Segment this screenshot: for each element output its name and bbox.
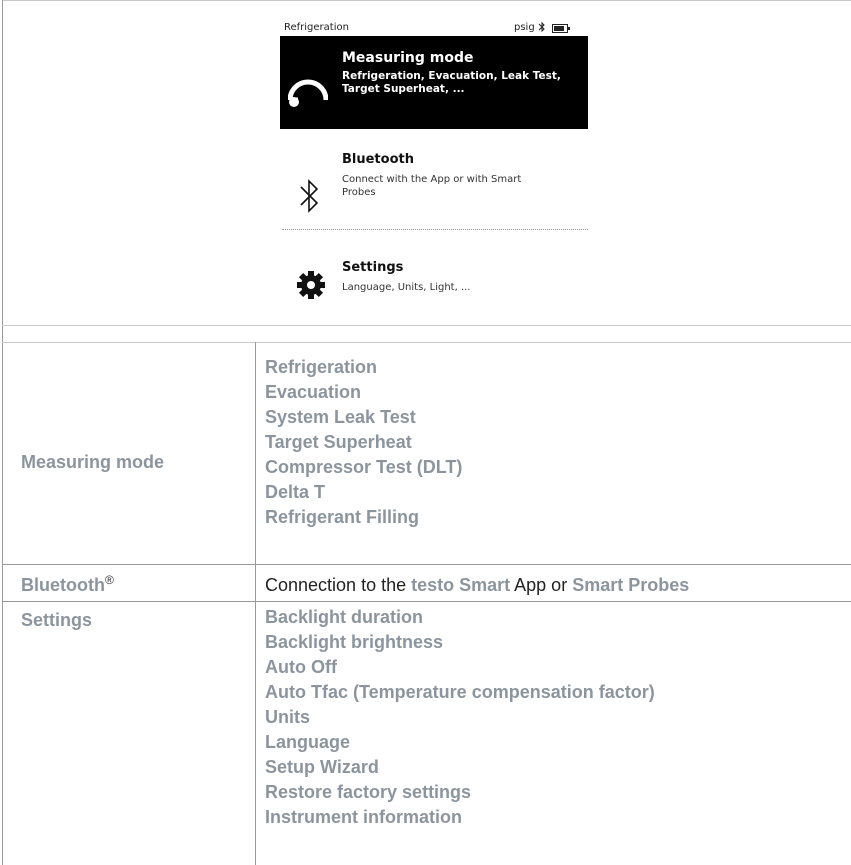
bluetooth-label-text: Bluetooth — [21, 575, 105, 595]
settings-item: Auto Off — [265, 657, 337, 677]
measuring-mode-item: Refrigeration — [265, 357, 378, 377]
menu-desc-settings: Language, Units, Light, ... — [342, 282, 471, 293]
bluetooth-icon — [538, 21, 546, 36]
row-divider-2 — [2, 601, 851, 602]
bt-link-testo-smart: testo Smart — [411, 575, 511, 595]
menu-item-bluetooth[interactable]: Bluetooth Connect with the App or with S… — [280, 136, 588, 236]
row-divider-1 — [2, 564, 851, 565]
settings-item: Auto Tfac (Temperature compensation fact… — [265, 682, 655, 702]
bt-link-smart-probes: Smart Probes — [572, 575, 690, 595]
menu-title-bluetooth: Bluetooth — [342, 152, 414, 167]
image-row-bottom-border — [2, 325, 851, 326]
measuring-mode-item: Delta T — [265, 482, 326, 502]
gauge-icon — [288, 79, 328, 107]
settings-item: Backlight brightness — [265, 632, 444, 652]
row-label-bluetooth: Bluetooth® — [21, 573, 114, 596]
table-header-border — [2, 342, 851, 343]
settings-list: Backlight duration Backlight brightness Au… — [265, 605, 655, 830]
device-screen: Refrigeration psig Measuring mode Refrig… — [280, 18, 590, 318]
settings-item: Instrument information — [265, 807, 462, 827]
status-bar: Refrigeration psig — [280, 18, 588, 36]
row-label-measuring-mode: Measuring mode — [21, 452, 165, 472]
status-unit: psig — [514, 22, 535, 33]
menu-divider — [282, 229, 588, 230]
menu-desc-bluetooth: Connect with the App or with Smart Probe… — [342, 174, 522, 198]
menu-item-settings[interactable]: Settings Language, Units, Light, ... — [280, 243, 588, 315]
measuring-mode-item: Compressor Test (DLT) — [265, 457, 463, 477]
settings-item: Language — [265, 732, 351, 752]
bluetooth-description: Connection to the testo Smart App or Sma… — [265, 575, 689, 596]
measuring-mode-item: System Leak Test — [265, 407, 416, 427]
menu-item-measuring-mode[interactable]: Measuring mode Refrigeration, Evacuation… — [280, 36, 588, 129]
settings-item: Setup Wizard — [265, 757, 379, 777]
registered-mark: ® — [104, 573, 114, 587]
bt-text-2: App or — [510, 575, 573, 595]
settings-item: Restore factory settings — [265, 782, 472, 802]
table-left-border — [2, 0, 3, 865]
bt-text-1: Connection to the — [265, 575, 412, 595]
bluetooth-icon — [300, 179, 319, 213]
settings-item: Units — [265, 707, 310, 727]
row-label-settings: Settings — [21, 610, 93, 630]
menu-desc-measuring-mode: Refrigeration, Evacuation, Leak Test, Ta… — [342, 70, 561, 95]
status-app-name: Refrigeration — [284, 22, 349, 33]
settings-item: Backlight duration — [265, 607, 424, 627]
gear-icon — [297, 271, 325, 299]
menu-title-settings: Settings — [342, 260, 404, 275]
measuring-mode-item: Refrigerant Filling — [265, 507, 420, 527]
column-divider — [255, 342, 256, 865]
measuring-mode-item: Target Superheat — [265, 432, 412, 452]
battery-icon — [552, 24, 570, 33]
measuring-mode-item: Evacuation — [265, 382, 362, 402]
table-top-border — [2, 0, 851, 1]
measuring-mode-list: Refrigeration Evacuation System Leak Test T… — [265, 355, 462, 530]
menu-title-measuring-mode: Measuring mode — [342, 50, 474, 66]
